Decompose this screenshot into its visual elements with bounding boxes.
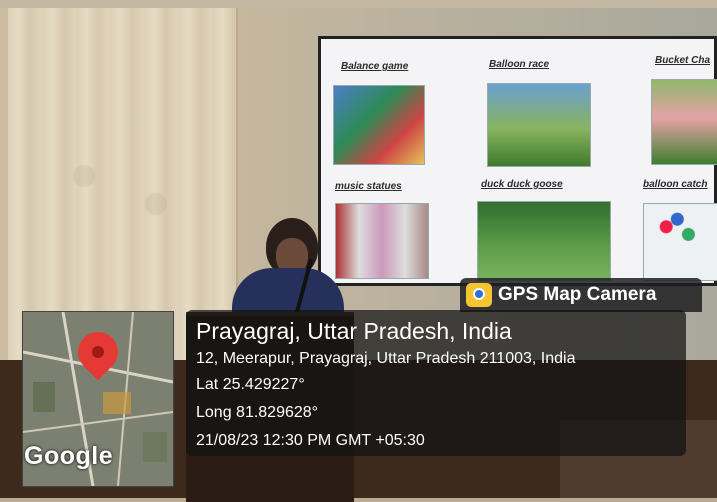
slide-label-music-statues: music statues <box>335 181 402 192</box>
slide-photo-balloon-catch <box>643 203 717 281</box>
map-brand-logo: Google <box>24 442 114 470</box>
slide-photo-bucket-chain <box>651 79 717 165</box>
gps-map-camera-icon <box>466 283 492 307</box>
projection-screen: Balance game Balloon race Bucket Cha mus… <box>318 36 717 286</box>
datetime-line: 21/08/23 12:30 PM GMT +05:30 <box>196 432 425 449</box>
map-pin-dot <box>92 346 104 358</box>
slide-label-duck-duck-goose: duck duck goose <box>481 179 563 190</box>
slide-label-bucket-chain: Bucket Cha <box>655 55 711 66</box>
slide-photo-balance-game <box>333 85 425 165</box>
longitude-line: Long 81.829628° <box>196 404 319 421</box>
app-badge: GPS Map Camera <box>460 278 702 312</box>
slide-label-balance-game: Balance game <box>341 61 409 72</box>
app-name: GPS Map Camera <box>498 284 657 305</box>
slide-photo-music-statues <box>335 203 429 279</box>
curtain-texture <box>30 120 210 260</box>
latitude-line: Lat 25.429227° <box>196 376 305 393</box>
slide-label-balloon-catch: balloon catch <box>643 179 708 190</box>
wall-frame <box>0 0 717 8</box>
slide-label-balloon-race: Balloon race <box>489 59 550 70</box>
address-line: 12, Meerapur, Prayagraj, Uttar Pradesh 2… <box>196 350 576 367</box>
slide-photo-duck-duck-goose <box>477 201 611 281</box>
location-title: Prayagraj, Uttar Pradesh, India <box>196 318 512 344</box>
slide-photo-balloon-race <box>487 83 591 167</box>
